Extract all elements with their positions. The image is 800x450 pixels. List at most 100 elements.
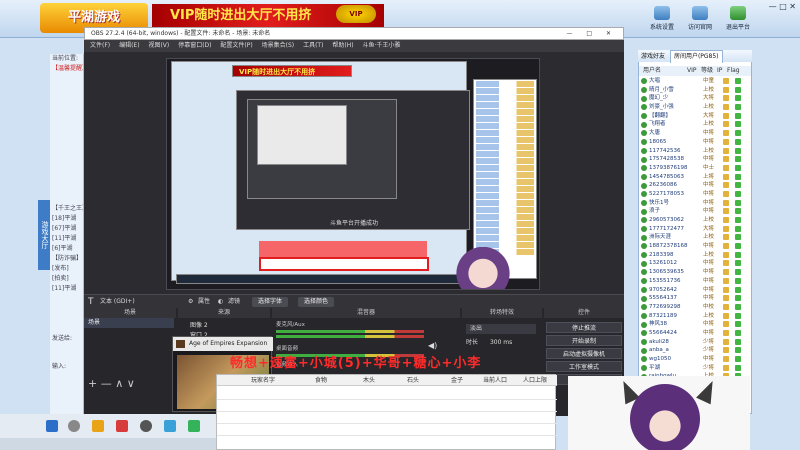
- user-row[interactable]: 55564137 中将: [639, 294, 751, 303]
- maximize-button[interactable]: □: [779, 2, 787, 11]
- scene-list-item[interactable]: 场景: [84, 318, 174, 328]
- source-item[interactable]: 图像 2: [180, 321, 268, 330]
- rank-icon: [723, 286, 729, 293]
- menu-tools[interactable]: 工具(T): [303, 42, 323, 49]
- user-row[interactable]: 772699298 中校: [639, 303, 751, 312]
- rank-icon: [723, 173, 729, 180]
- menu-help[interactable]: 帮助(H): [332, 42, 353, 49]
- user-row[interactable]: 153551736 中将: [639, 277, 751, 286]
- user-row[interactable]: 大唐 中将: [639, 129, 751, 138]
- user-row[interactable]: 13793876198 中士: [639, 164, 751, 173]
- obs-icon[interactable]: [140, 420, 152, 432]
- col-gold: 金子: [451, 377, 464, 384]
- flag-icon: [735, 190, 741, 197]
- close-button[interactable]: ✕: [789, 2, 796, 11]
- col-level[interactable]: 等级: [701, 66, 717, 76]
- properties-button[interactable]: 属性: [198, 295, 210, 309]
- user-row[interactable]: 5227178053 中将: [639, 190, 751, 199]
- user-row[interactable]: 大唱 中童: [639, 77, 751, 86]
- menu-file[interactable]: 文件(F): [90, 42, 110, 49]
- start-icon[interactable]: [46, 420, 58, 432]
- user-avatar-icon: [641, 286, 647, 293]
- user-row[interactable]: 【翻翻】 大将: [639, 112, 751, 121]
- user-level: 上将: [703, 173, 715, 180]
- menu-scene-collection[interactable]: 场景集合(S): [262, 42, 295, 49]
- game-hall-tab[interactable]: 游戏大厅: [38, 200, 50, 270]
- user-row[interactable]: 18872378168 中将: [639, 242, 751, 251]
- col-username[interactable]: 用户名: [639, 66, 687, 76]
- user-row[interactable]: 飞翔者 上校: [639, 120, 751, 129]
- obs-window-controls[interactable]: — □ ✕: [566, 28, 617, 39]
- user-row[interactable]: 1777172477 大将: [639, 225, 751, 234]
- user-avatar-icon: [641, 182, 647, 189]
- menu-edit[interactable]: 编辑(E): [119, 42, 139, 49]
- rank-icon: [723, 182, 729, 189]
- user-row[interactable]: 快乐1号 中将: [639, 199, 751, 208]
- menu-profile[interactable]: 配置文件(P): [220, 42, 252, 49]
- user-row[interactable]: 平湖 少将: [639, 364, 751, 373]
- app-icon[interactable]: [164, 420, 176, 432]
- user-row[interactable]: 2183398 上校: [639, 251, 751, 260]
- user-row[interactable]: 55664424 中将: [639, 329, 751, 338]
- col-ip[interactable]: IP: [717, 66, 727, 76]
- settings-button[interactable]: 系统设置: [644, 4, 680, 36]
- col-vip[interactable]: VIP: [687, 66, 701, 76]
- menu-docks[interactable]: 停靠窗口(D): [178, 42, 211, 49]
- user-level: 上校: [703, 217, 715, 223]
- tab-friends[interactable]: 游戏好友: [638, 51, 668, 63]
- filter-icon[interactable]: ◐: [218, 295, 223, 309]
- user-row[interactable]: 晴月_小雪 上校: [639, 86, 751, 95]
- menu-douyu[interactable]: 斗鱼·千王小雅: [362, 42, 400, 49]
- col-food: 食物: [315, 377, 328, 384]
- menu-view[interactable]: 视图(V): [148, 42, 169, 49]
- user-row[interactable]: 刘豪_小强 上校: [639, 103, 751, 112]
- user-row[interactable]: 魔幻_少 大将: [639, 94, 751, 103]
- user-row[interactable]: 2960573062 上校: [639, 216, 751, 225]
- chat-row: [11]平湖: [52, 235, 77, 242]
- tab-room-users[interactable]: 房间用户(PG85): [669, 50, 723, 63]
- user-avatar-icon: [641, 321, 647, 328]
- rank-icon: [723, 295, 729, 302]
- flag-icon: [735, 295, 741, 302]
- filters-button[interactable]: 滤镜: [228, 295, 240, 309]
- col-player: 玩家名字: [251, 377, 276, 384]
- user-row[interactable]: 1757428538 中将: [639, 155, 751, 164]
- flag-icon: [735, 364, 741, 371]
- user-row[interactable]: 87321189 上校: [639, 312, 751, 321]
- transition-select[interactable]: 淡出: [466, 324, 536, 334]
- minimize-button[interactable]: —: [769, 2, 777, 11]
- rank-icon: [723, 338, 729, 345]
- user-row[interactable]: 18065 中将: [639, 138, 751, 147]
- location-label: 当前位置:: [52, 55, 79, 62]
- gear-icon[interactable]: ⚙: [188, 295, 193, 309]
- col-flag[interactable]: Flag: [727, 66, 740, 76]
- app-icon[interactable]: [188, 420, 200, 432]
- select-font-button[interactable]: 选择字体: [252, 297, 289, 307]
- select-color-button[interactable]: 选择颜色: [298, 297, 335, 307]
- user-row[interactable]: 1306539635 中将: [639, 268, 751, 277]
- user-row[interactable]: 洲际天涯 上校: [639, 233, 751, 242]
- website-button[interactable]: 访问官网: [682, 4, 718, 36]
- user-row[interactable]: 1454785063 上将: [639, 173, 751, 182]
- scene-toolbar[interactable]: + — ∧ ∨: [84, 378, 174, 390]
- user-row[interactable]: 神风38 中将: [639, 320, 751, 329]
- start-recording-button[interactable]: 开始录制: [546, 335, 622, 346]
- user-row[interactable]: wg1050 中将: [639, 355, 751, 364]
- obs-preview[interactable]: VIP随时进出大厅不用挤 斗鱼平台开播成功: [166, 58, 540, 290]
- chat-input-label[interactable]: 输入:: [50, 362, 83, 372]
- duration-input[interactable]: 300 ms: [490, 339, 512, 346]
- user-row[interactable]: 97052642 中将: [639, 286, 751, 295]
- user-row[interactable]: anba_a 少将: [639, 346, 751, 355]
- user-row[interactable]: 13261012 中将: [639, 259, 751, 268]
- user-row[interactable]: 26236086 中将: [639, 181, 751, 190]
- app-icon[interactable]: [116, 420, 128, 432]
- user-row[interactable]: 浪子 中将: [639, 207, 751, 216]
- user-row[interactable]: akuli28 少将: [639, 338, 751, 347]
- user-row[interactable]: 117742536 上校: [639, 147, 751, 156]
- exit-button[interactable]: 退出平台: [720, 4, 756, 36]
- folder-icon[interactable]: [92, 420, 104, 432]
- stop-stream-button[interactable]: 停止推流: [546, 322, 622, 333]
- speaker-icon[interactable]: ◀): [428, 341, 437, 350]
- search-icon[interactable]: [68, 420, 80, 432]
- aoe-window-title[interactable]: Age of Empires Expansion: [173, 337, 273, 351]
